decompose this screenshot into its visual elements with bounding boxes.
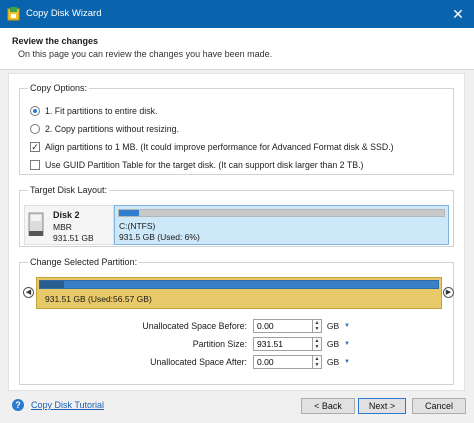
unallocated-after-unit[interactable]: GB bbox=[322, 357, 344, 367]
back-button[interactable]: < Back bbox=[301, 398, 355, 414]
option-align-1mb[interactable]: ✓ Align partitions to 1 MB. (It could im… bbox=[30, 140, 394, 154]
use-gpt-checkbox[interactable] bbox=[30, 160, 40, 170]
partition-label: C:(NTFS) bbox=[119, 221, 156, 231]
unallocated-after-spinner[interactable]: ▲ ▼ bbox=[313, 355, 322, 369]
selected-partition-block[interactable]: 931.51 GB (Used:56.57 GB) bbox=[36, 277, 442, 309]
use-gpt-label: Use GUID Partition Table for the target … bbox=[45, 160, 364, 170]
selected-partition-used-fill bbox=[40, 281, 64, 288]
partition-size-input[interactable] bbox=[253, 337, 313, 351]
copy-options-legend: Copy Options: bbox=[30, 83, 88, 93]
target-disk-layout-group: Target Disk Layout: Disk 2 MBR 931.51 GB… bbox=[19, 185, 454, 247]
spin-down-icon[interactable]: ▼ bbox=[315, 362, 320, 368]
help-icon[interactable]: ? bbox=[12, 399, 24, 411]
spin-down-icon[interactable]: ▼ bbox=[315, 344, 320, 350]
unallocated-before-input[interactable] bbox=[253, 319, 313, 333]
unallocated-before-row: Unallocated Space Before: ▲▼ GB ▼ bbox=[23, 319, 350, 333]
unit-dropdown-icon[interactable]: ▼ bbox=[344, 341, 350, 347]
partition-usage-bar bbox=[118, 209, 445, 217]
disk-partition-style: MBR bbox=[53, 222, 72, 232]
close-button[interactable]: ✕ bbox=[448, 4, 468, 24]
selected-partition-bar bbox=[39, 280, 439, 289]
page-title: Review the changes bbox=[12, 36, 99, 46]
fit-partitions-radio[interactable] bbox=[30, 106, 40, 116]
unallocated-after-row: Unallocated Space After: ▲▼ GB ▼ bbox=[23, 355, 350, 369]
next-button[interactable]: Next > bbox=[358, 398, 406, 414]
partition-used-text: 931.5 GB (Used: 6%) bbox=[119, 232, 200, 242]
wizard-header: Review the changes On this page you can … bbox=[0, 28, 474, 70]
spin-down-icon[interactable]: ▼ bbox=[315, 326, 320, 332]
option-fit-partitions[interactable]: 1. Fit partitions to entire disk. bbox=[30, 104, 157, 118]
title-bar: Copy Disk Wizard ✕ bbox=[0, 0, 474, 28]
copy-without-resizing-label: 2. Copy partitions without resizing. bbox=[45, 124, 179, 134]
partition-usage-fill bbox=[119, 210, 139, 216]
align-1mb-checkbox[interactable]: ✓ bbox=[30, 142, 40, 152]
partition-size-unit[interactable]: GB bbox=[322, 339, 344, 349]
target-partition[interactable]: C:(NTFS) 931.5 GB (Used: 6%) bbox=[114, 205, 449, 245]
window-title: Copy Disk Wizard bbox=[26, 8, 102, 19]
unit-dropdown-icon[interactable]: ▼ bbox=[344, 323, 350, 329]
unallocated-after-input[interactable] bbox=[253, 355, 313, 369]
previous-partition-arrow[interactable]: ◀ bbox=[23, 287, 34, 298]
selected-partition-label: 931.51 GB (Used:56.57 GB) bbox=[45, 294, 152, 304]
target-disk-row: Disk 2 MBR 931.51 GB C:(NTFS) 931.5 GB (… bbox=[24, 205, 449, 245]
partition-size-spinner[interactable]: ▲ ▼ bbox=[313, 337, 322, 351]
next-partition-arrow[interactable]: ▶ bbox=[443, 287, 454, 298]
partition-size-row: Partition Size: ▲▼ GB ▼ bbox=[23, 337, 350, 351]
fit-partitions-label: 1. Fit partitions to entire disk. bbox=[45, 106, 158, 116]
option-use-gpt[interactable]: Use GUID Partition Table for the target … bbox=[30, 158, 363, 172]
partition-size-label: Partition Size: bbox=[192, 339, 247, 349]
unallocated-before-label: Unallocated Space Before: bbox=[142, 321, 247, 331]
hard-disk-icon bbox=[28, 212, 44, 236]
page-subtitle: On this page you can review the changes … bbox=[18, 49, 273, 59]
unallocated-after-label: Unallocated Space After: bbox=[150, 357, 247, 367]
unallocated-before-spinner[interactable]: ▲ ▼ bbox=[313, 319, 322, 333]
disk-info[interactable]: Disk 2 MBR 931.51 GB bbox=[24, 205, 114, 245]
change-selected-partition-group: Change Selected Partition: ◀ 931.51 GB (… bbox=[19, 257, 454, 385]
option-copy-without-resizing[interactable]: 2. Copy partitions without resizing. bbox=[30, 122, 179, 136]
cancel-button[interactable]: Cancel bbox=[412, 398, 466, 414]
target-disk-layout-legend: Target Disk Layout: bbox=[30, 185, 108, 195]
disk-size: 931.51 GB bbox=[53, 233, 94, 243]
disk-name: Disk 2 bbox=[53, 210, 80, 220]
change-partition-legend: Change Selected Partition: bbox=[30, 257, 138, 267]
align-1mb-label: Align partitions to 1 MB. (It could impr… bbox=[45, 142, 394, 152]
unit-dropdown-icon[interactable]: ▼ bbox=[344, 359, 350, 365]
copy-options-group: Copy Options: 1. Fit partitions to entir… bbox=[19, 83, 454, 175]
wizard-icon bbox=[7, 7, 20, 21]
wizard-content: Copy Options: 1. Fit partitions to entir… bbox=[8, 73, 465, 391]
unallocated-before-unit[interactable]: GB bbox=[322, 321, 344, 331]
copy-disk-tutorial-link[interactable]: Copy Disk Tutorial bbox=[31, 400, 104, 410]
copy-without-resizing-radio[interactable] bbox=[30, 124, 40, 134]
